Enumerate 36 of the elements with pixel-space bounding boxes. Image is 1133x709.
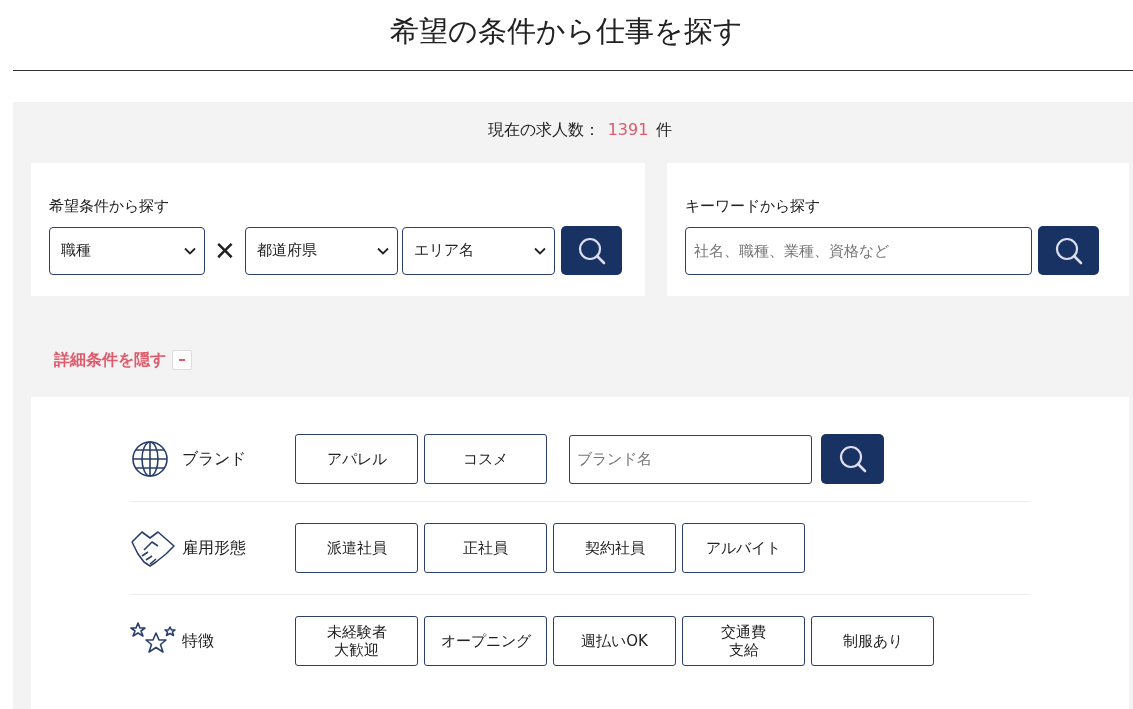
brand-input-field[interactable]: ブランド名 bbox=[569, 434, 812, 484]
filter-option-button[interactable]: 交通費 支給 bbox=[682, 616, 805, 666]
select-dropdown[interactable]: 都道府県 bbox=[245, 226, 398, 275]
chevron-down-icon bbox=[534, 246, 546, 255]
filter-option-button[interactable]: 未経験者 大歓迎 bbox=[295, 616, 418, 666]
filter-option-button[interactable]: アパレル bbox=[295, 434, 418, 484]
select-dropdown[interactable]: 職種 bbox=[49, 226, 205, 275]
filter-label: 雇用形態 bbox=[182, 537, 247, 559]
job-count-label: 現在の求人数： bbox=[487, 120, 600, 141]
card-heading: 希望条件から探す bbox=[49, 197, 170, 216]
minus-icon bbox=[178, 356, 186, 364]
search-button[interactable] bbox=[821, 434, 884, 484]
card-heading: キーワードから探す bbox=[685, 197, 821, 216]
filter-label: 特徴 bbox=[182, 630, 215, 652]
filter-option-button[interactable]: 派遣社員 bbox=[295, 523, 418, 573]
job-count-unit: 件 bbox=[656, 120, 673, 141]
keyword-input-field[interactable]: 社名、職種、業種、資格など bbox=[685, 226, 1032, 275]
filter-option-button[interactable]: 正社員 bbox=[424, 523, 547, 573]
filter-option-button[interactable]: オープニング bbox=[424, 616, 547, 666]
page-title: 希望の条件から仕事を探す bbox=[389, 13, 744, 50]
handshake-icon bbox=[130, 528, 176, 568]
globe-icon bbox=[130, 439, 170, 479]
chevron-down-icon bbox=[377, 246, 389, 255]
job-count-value: 1391 bbox=[607, 120, 649, 141]
filter-option-button[interactable]: コスメ bbox=[424, 434, 547, 484]
filter-option-button[interactable]: 制服あり bbox=[811, 616, 934, 666]
select-dropdown[interactable]: エリア名 bbox=[402, 226, 555, 275]
multiply-sign: ✕ bbox=[213, 235, 237, 266]
search-button[interactable] bbox=[1038, 226, 1099, 275]
filter-label: ブランド bbox=[182, 448, 247, 470]
filter-option-button[interactable]: アルバイト bbox=[682, 523, 805, 573]
filter-option-button[interactable]: 週払いOK bbox=[553, 616, 676, 666]
search-button[interactable] bbox=[561, 226, 622, 275]
filter-option-button[interactable]: 契約社員 bbox=[553, 523, 676, 573]
collapse-toggle-button[interactable] bbox=[172, 350, 192, 370]
chevron-down-icon bbox=[184, 246, 196, 255]
